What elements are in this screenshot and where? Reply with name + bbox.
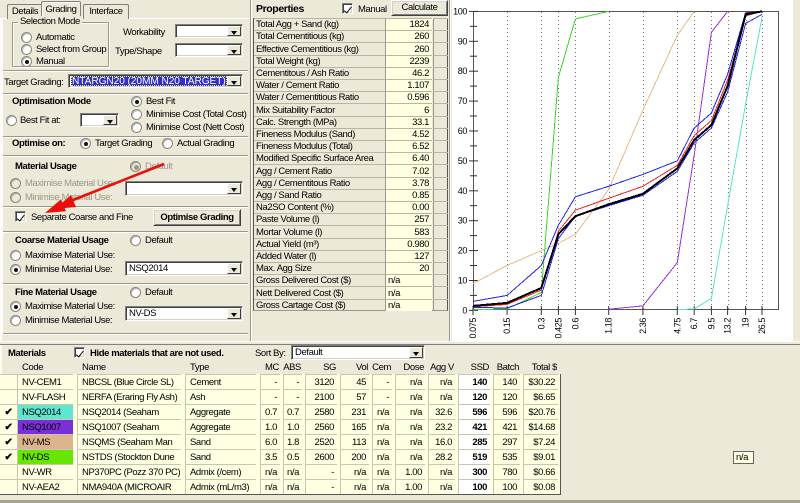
- svg-text:0: 0: [462, 305, 467, 315]
- svg-text:60: 60: [458, 126, 468, 136]
- svg-text:9.5: 9.5: [706, 318, 716, 330]
- svg-text:0.15: 0.15: [502, 318, 512, 334]
- svg-text:1.18: 1.18: [604, 318, 614, 334]
- svg-text:4.75: 4.75: [672, 318, 682, 334]
- svg-text:10: 10: [458, 276, 468, 286]
- svg-text:0.3: 0.3: [536, 318, 546, 330]
- svg-text:20: 20: [458, 246, 468, 256]
- svg-text:50: 50: [458, 156, 468, 166]
- svg-text:6.7: 6.7: [689, 318, 699, 330]
- svg-text:90: 90: [458, 36, 468, 46]
- svg-text:0.6: 0.6: [570, 318, 580, 330]
- svg-text:0.075: 0.075: [468, 318, 478, 339]
- svg-text:40: 40: [458, 186, 468, 196]
- svg-text:100: 100: [453, 6, 467, 16]
- svg-text:80: 80: [458, 66, 468, 76]
- svg-text:26.5: 26.5: [757, 318, 767, 334]
- svg-text:13.2: 13.2: [723, 318, 733, 334]
- svg-text:0.425: 0.425: [553, 318, 563, 339]
- svg-text:70: 70: [458, 96, 468, 106]
- svg-text:2.36: 2.36: [638, 318, 648, 334]
- svg-text:19: 19: [741, 318, 751, 328]
- svg-text:30: 30: [458, 216, 468, 226]
